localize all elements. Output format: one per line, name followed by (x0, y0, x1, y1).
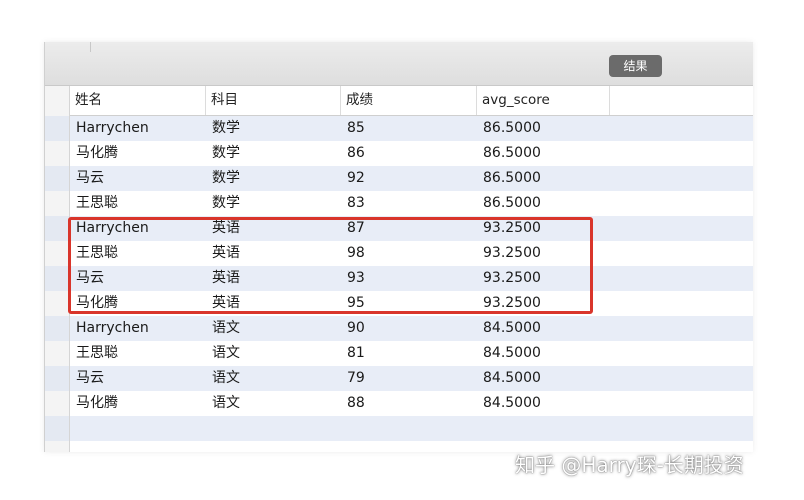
gutter-row (45, 166, 69, 191)
cell-avg-score[interactable]: 84.5000 (477, 341, 610, 366)
column-header-empty (610, 86, 753, 115)
cell-name[interactable]: 马云 (70, 166, 206, 191)
cell-score[interactable]: 85 (341, 116, 477, 141)
cell-avg-score[interactable]: 86.5000 (477, 166, 610, 191)
cell-subject[interactable]: 数学 (206, 191, 341, 216)
cell-score[interactable]: 90 (341, 316, 477, 341)
column-header-subject[interactable]: 科目 (206, 86, 341, 115)
gutter-row (45, 391, 69, 416)
gutter-row (45, 366, 69, 391)
table-row-empty[interactable] (70, 416, 753, 441)
cell-subject[interactable]: 语文 (206, 391, 341, 416)
result-toolbar: 结果 (45, 42, 753, 86)
table-row[interactable]: 马化腾 数学 86 86.5000 (70, 141, 753, 166)
cell-subject[interactable]: 数学 (206, 166, 341, 191)
cell-name[interactable]: 王思聪 (70, 191, 206, 216)
cell-subject[interactable]: 语文 (206, 316, 341, 341)
cell-avg-score[interactable]: 86.5000 (477, 141, 610, 166)
column-header-name[interactable]: 姓名 (70, 86, 206, 115)
cell-subject[interactable]: 数学 (206, 116, 341, 141)
result-tab[interactable]: 结果 (609, 55, 662, 77)
cell-subject[interactable]: 语文 (206, 366, 341, 391)
table-row[interactable]: 马云 数学 92 86.5000 (70, 166, 753, 191)
cell-subject[interactable]: 数学 (206, 141, 341, 166)
cell-avg-score[interactable]: 86.5000 (477, 191, 610, 216)
cell-avg-score[interactable]: 84.5000 (477, 366, 610, 391)
cell-score[interactable]: 88 (341, 391, 477, 416)
gutter-row (45, 141, 69, 166)
cell-score[interactable]: 92 (341, 166, 477, 191)
gutter-row (45, 416, 69, 441)
cell-avg-score[interactable]: 86.5000 (477, 116, 610, 141)
gutter-row (45, 216, 69, 241)
table-row[interactable]: Harrychen 数学 85 86.5000 (70, 116, 753, 141)
gutter-row (45, 191, 69, 216)
cell-name[interactable]: Harrychen (70, 116, 206, 141)
table-row[interactable]: 马化腾 语文 88 84.5000 (70, 391, 753, 416)
cell-name[interactable]: 王思聪 (70, 341, 206, 366)
row-gutter (45, 86, 70, 452)
gutter-row (45, 316, 69, 341)
gutter-row (45, 241, 69, 266)
cell-name[interactable]: 马云 (70, 366, 206, 391)
cell-score[interactable]: 86 (341, 141, 477, 166)
cell-avg-score[interactable]: 84.5000 (477, 391, 610, 416)
gutter-row (45, 291, 69, 316)
table-row[interactable]: 马云 语文 79 84.5000 (70, 366, 753, 391)
table-row[interactable]: 王思聪 语文 81 84.5000 (70, 341, 753, 366)
watermark: 知乎 @Harry琛-长期投资 (515, 453, 744, 477)
toolbar-divider (90, 42, 91, 52)
cell-subject[interactable]: 语文 (206, 341, 341, 366)
cell-score[interactable]: 79 (341, 366, 477, 391)
table-row[interactable]: Harrychen 语文 90 84.5000 (70, 316, 753, 341)
gutter-row (45, 341, 69, 366)
gutter-row (45, 116, 69, 141)
column-header-avg-score[interactable]: avg_score (477, 86, 610, 115)
table-row[interactable]: 王思聪 数学 83 86.5000 (70, 191, 753, 216)
cell-score[interactable]: 83 (341, 191, 477, 216)
table-header: 姓名 科目 成绩 avg_score (70, 86, 753, 116)
cell-name[interactable]: Harrychen (70, 316, 206, 341)
column-header-score[interactable]: 成绩 (341, 86, 477, 115)
cell-name[interactable]: 马化腾 (70, 141, 206, 166)
english-rows-highlight-box (68, 217, 593, 314)
cell-avg-score[interactable]: 84.5000 (477, 316, 610, 341)
cell-name[interactable]: 马化腾 (70, 391, 206, 416)
gutter-row (45, 266, 69, 291)
cell-score[interactable]: 81 (341, 341, 477, 366)
